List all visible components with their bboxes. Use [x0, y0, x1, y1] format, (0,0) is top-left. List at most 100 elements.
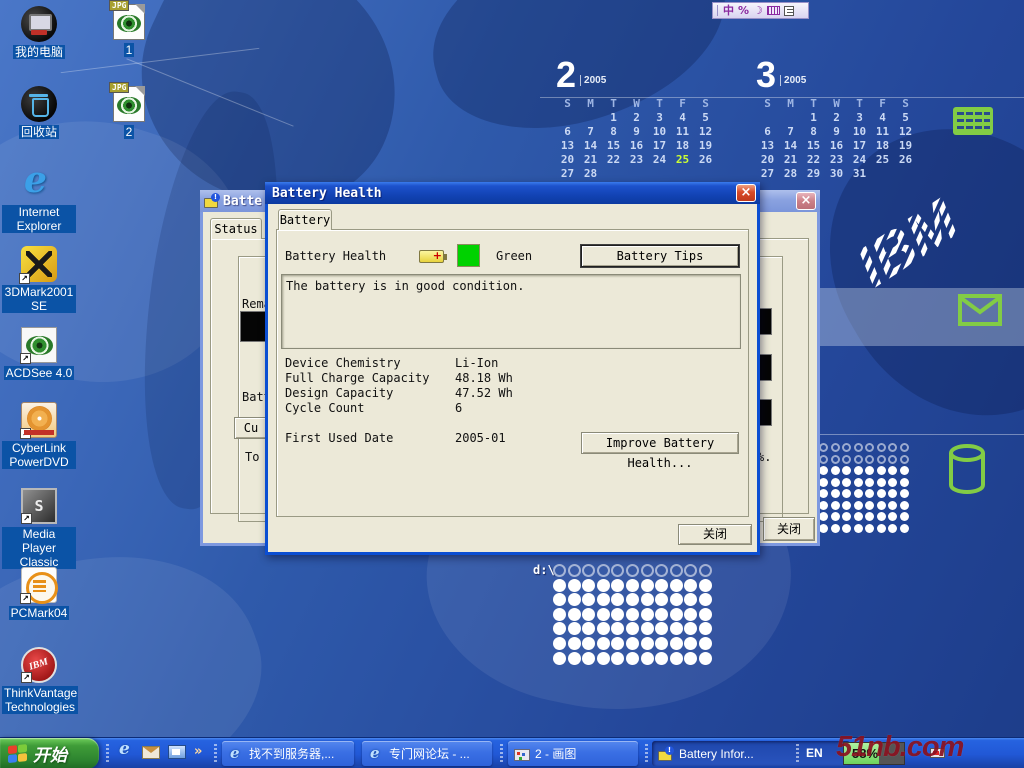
tray-grip[interactable]: [796, 744, 799, 763]
desktop-icon-label: ACDSee 4.0: [4, 366, 75, 380]
dot: [641, 593, 654, 606]
calendar-day: 7: [779, 125, 802, 139]
desktop-icon-label: Internet Explorer: [2, 205, 76, 233]
quicklaunch-show-desktop-icon[interactable]: [168, 745, 186, 759]
info-row-value: 6: [455, 401, 462, 415]
ime-grip[interactable]: [717, 5, 719, 16]
dot: [900, 478, 909, 487]
battery-health-body: Battery Battery Health Green Battery Tip…: [268, 204, 757, 549]
calendar-month: 2: [556, 54, 576, 95]
dot: [568, 652, 581, 665]
dot: [865, 501, 874, 510]
close-icon[interactable]: ×: [736, 184, 756, 202]
dot: [626, 622, 639, 635]
calendar-day: [756, 111, 779, 125]
calendar-day: 26: [694, 153, 717, 167]
dot: [641, 652, 654, 665]
desktop-icon-media-player-classic[interactable]: S↗Media Player Classic: [2, 488, 76, 571]
dot: [670, 593, 683, 606]
quicklaunch-mail-icon[interactable]: [142, 746, 160, 759]
calendar-week-row: 2728293031: [756, 167, 920, 181]
tab-battery[interactable]: Battery: [278, 209, 332, 230]
ime-mode-icon[interactable]: %: [738, 3, 749, 18]
quicklaunch-overflow-chevron[interactable]: »: [194, 744, 202, 759]
ime-menu-icon[interactable]: [784, 6, 794, 16]
battery-icon: [419, 250, 444, 263]
ime-chinese-icon[interactable]: 中: [723, 3, 734, 18]
tab-status[interactable]: Status: [210, 218, 262, 239]
taskbar-grip[interactable]: [214, 744, 217, 763]
start-button[interactable]: 开始: [0, 738, 99, 768]
improve-battery-health-button[interactable]: Improve Battery Health...: [581, 432, 739, 454]
desktop-icon-recycle-bin[interactable]: 回收站: [2, 86, 76, 141]
quick-launch: »: [116, 742, 202, 760]
condition-text: The battery is in good condition.: [286, 279, 524, 293]
dot-row: [819, 489, 911, 498]
dot: [854, 478, 863, 487]
desktop-icon-acdsee[interactable]: ↗ ACDSee 4.0: [2, 327, 76, 382]
bg-close-button[interactable]: 关闭: [763, 517, 815, 541]
battery-tips-button[interactable]: Battery Tips: [581, 245, 739, 267]
taskbar-grip[interactable]: [500, 744, 503, 763]
dot: [626, 564, 639, 577]
current-button-fragment[interactable]: Cu: [234, 417, 268, 439]
ime-keyboard-icon[interactable]: [767, 6, 780, 15]
calendar-grid: SMTWTFS123456789101112131415161718192021…: [556, 97, 720, 181]
ime-fullwidth-icon[interactable]: ☽: [753, 3, 763, 18]
desktop-icon-jpg-file-2[interactable]: JPG2: [92, 86, 166, 141]
dot: [900, 489, 909, 498]
dot: [684, 622, 697, 635]
dot: [655, 564, 668, 577]
task-button-3[interactable]: 2 - 画图: [508, 741, 638, 766]
battery-health-titlebar[interactable]: Battery Health ×: [265, 182, 760, 204]
desktop-icon-jpg-file-1[interactable]: JPG1: [92, 4, 166, 59]
tray-battery-icon[interactable]: [930, 748, 945, 758]
desktop-icon-powerdvd[interactable]: ↗CyberLink PowerDVD: [2, 402, 76, 471]
desktop-icon-label: 回收站: [19, 125, 59, 139]
desktop-icon-my-computer[interactable]: 我的电脑: [2, 6, 76, 61]
acdsee-icon: ↗: [21, 327, 57, 363]
jpg-badge: JPG: [109, 0, 129, 11]
dot: [582, 579, 595, 592]
calendar-day: 20: [756, 153, 779, 167]
calendar-week-row: 20212223242526: [756, 153, 920, 167]
calendar-day: 9: [625, 125, 648, 139]
tray-battery-meter[interactable]: 58%: [843, 742, 905, 765]
desktop-icon-3dmark2001-se[interactable]: ↗3DMark2001 SE: [2, 246, 76, 315]
dot: [626, 593, 639, 606]
language-indicator[interactable]: EN: [806, 746, 823, 760]
dot: [553, 608, 566, 621]
close-icon[interactable]: ×: [796, 192, 816, 210]
dot: [865, 489, 874, 498]
dot: [553, 637, 566, 650]
desktop-icon-internet-explorer[interactable]: Internet Explorer: [2, 166, 76, 235]
dot: [626, 579, 639, 592]
calendar-day: 18: [671, 139, 694, 153]
desktop-icon-thinkvantage[interactable]: IBM↗ThinkVantage Technologies: [2, 647, 76, 716]
dot: [611, 593, 624, 606]
taskbar-grip[interactable]: [645, 744, 648, 763]
task-button-1[interactable]: 找不到服务器,...: [222, 741, 354, 766]
dot: [888, 455, 897, 464]
dot: [888, 489, 897, 498]
dot: [831, 501, 840, 510]
calendar-day: [871, 167, 894, 181]
dot: [877, 501, 886, 510]
dot-row: [553, 622, 714, 635]
calendar-day: 18: [871, 139, 894, 153]
dialog-close-button[interactable]: 关闭: [678, 524, 752, 545]
calendar-day: 2: [625, 111, 648, 125]
3dmark-icon: ↗: [21, 246, 57, 282]
dot: [865, 478, 874, 487]
calendar-day: 3: [648, 111, 671, 125]
task-button-2[interactable]: 专门网论坛 - ...: [362, 741, 492, 766]
calendar-day: 14: [779, 139, 802, 153]
dot: [865, 524, 874, 533]
desktop-icon-pcmark04[interactable]: ↗PCMark04: [2, 567, 76, 622]
desktop-icon-label: Media Player Classic: [2, 527, 76, 569]
calendar-day: [579, 111, 602, 125]
calendar-day: [625, 167, 648, 181]
quicklaunch-ie-icon[interactable]: [116, 742, 134, 760]
taskbar-grip[interactable]: [106, 744, 109, 763]
dot: [582, 593, 595, 606]
